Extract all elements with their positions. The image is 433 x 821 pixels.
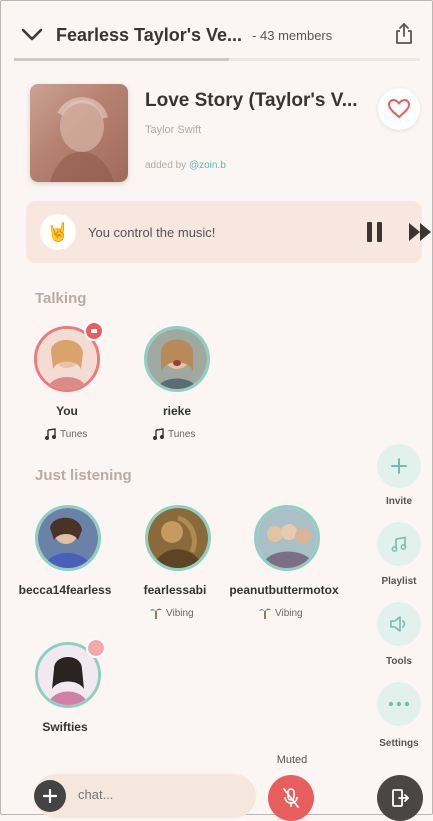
added-by-prefix: added by [145, 160, 189, 171]
plus-icon [43, 789, 57, 803]
rock-hand-icon: 🤘 [40, 214, 76, 250]
music-control-bar: 🤘 You control the music! [26, 201, 431, 263]
chevron-down-icon [21, 28, 43, 41]
room-title: Fearless Taylor's Ve... [56, 24, 243, 45]
listener-status-label: Vibing [166, 607, 194, 619]
share-button[interactable] [394, 21, 414, 50]
playlist-button[interactable] [377, 522, 421, 566]
settings-button[interactable] [377, 682, 421, 726]
share-icon [396, 22, 412, 44]
listener-status: Vibing [150, 606, 194, 620]
notification-dot-icon [86, 638, 106, 658]
palm-tree-icon [259, 608, 271, 619]
tools-button[interactable] [377, 602, 421, 646]
exit-door-icon [392, 789, 409, 807]
palm-tree-icon [150, 608, 162, 619]
talking-heading: Talking [35, 290, 87, 307]
speaking-indicator-icon [84, 321, 104, 341]
control-message: You control the music! [88, 225, 216, 240]
participant-status: Tunes [152, 428, 195, 440]
music-note-icon [391, 536, 407, 552]
skip-button[interactable] [408, 222, 433, 247]
invite-label: Invite [385, 496, 413, 507]
chat-bar [34, 774, 256, 818]
member-count[interactable]: - 43 members [252, 28, 332, 43]
participant-status: Tunes [44, 428, 87, 440]
participant-avatar[interactable] [144, 326, 210, 392]
added-by: added by @zoin.b [145, 160, 226, 171]
listener-status-label: Vibing [275, 607, 303, 619]
album-art [30, 84, 128, 182]
pause-button[interactable] [366, 221, 384, 248]
participant-name: rieke [162, 404, 192, 418]
plus-icon [391, 458, 407, 474]
like-button[interactable] [378, 88, 420, 130]
listener-name: fearlessabi [143, 583, 207, 597]
participant-name: You [56, 404, 78, 418]
playlist-label: Playlist [381, 576, 417, 587]
chat-add-button[interactable] [34, 780, 66, 812]
room-header: Fearless Taylor's Ve... - 43 members [14, 14, 420, 56]
settings-label: Settings [379, 738, 419, 749]
participant-status-label: Tunes [168, 428, 196, 440]
listening-heading: Just listening [35, 467, 132, 484]
muted-label: Muted [276, 754, 308, 766]
listener-avatar[interactable] [145, 505, 211, 571]
speaker-icon [390, 616, 406, 632]
participant-status-label: Tunes [60, 428, 88, 440]
mute-toggle-button[interactable] [268, 775, 314, 821]
room-progress-fill [14, 58, 230, 61]
pause-icon [367, 222, 382, 242]
listener-name: Swifties [42, 720, 88, 734]
invite-button[interactable] [377, 444, 421, 488]
more-dots-icon [388, 701, 410, 707]
music-note-icon [153, 428, 164, 440]
song-title: Love Story (Taylor's V... [145, 90, 358, 111]
microphone-off-icon [283, 788, 299, 808]
listener-avatar[interactable] [254, 505, 320, 571]
chat-input[interactable] [76, 786, 250, 803]
listener-status: Vibing [259, 606, 303, 620]
artist-name: Taylor Swift [145, 124, 202, 136]
tools-label: Tools [386, 656, 412, 667]
heart-icon [388, 99, 410, 119]
leave-room-button[interactable] [377, 775, 423, 821]
room-progress-track [14, 58, 420, 61]
listener-name: peanutbuttermotox [229, 583, 339, 597]
fast-forward-icon [409, 223, 431, 241]
music-note-icon [45, 428, 56, 440]
listener-name: becca14fearless [18, 583, 112, 597]
collapse-button[interactable] [14, 28, 50, 42]
listener-avatar[interactable] [35, 505, 101, 571]
added-by-user[interactable]: @zoin.b [189, 160, 226, 171]
